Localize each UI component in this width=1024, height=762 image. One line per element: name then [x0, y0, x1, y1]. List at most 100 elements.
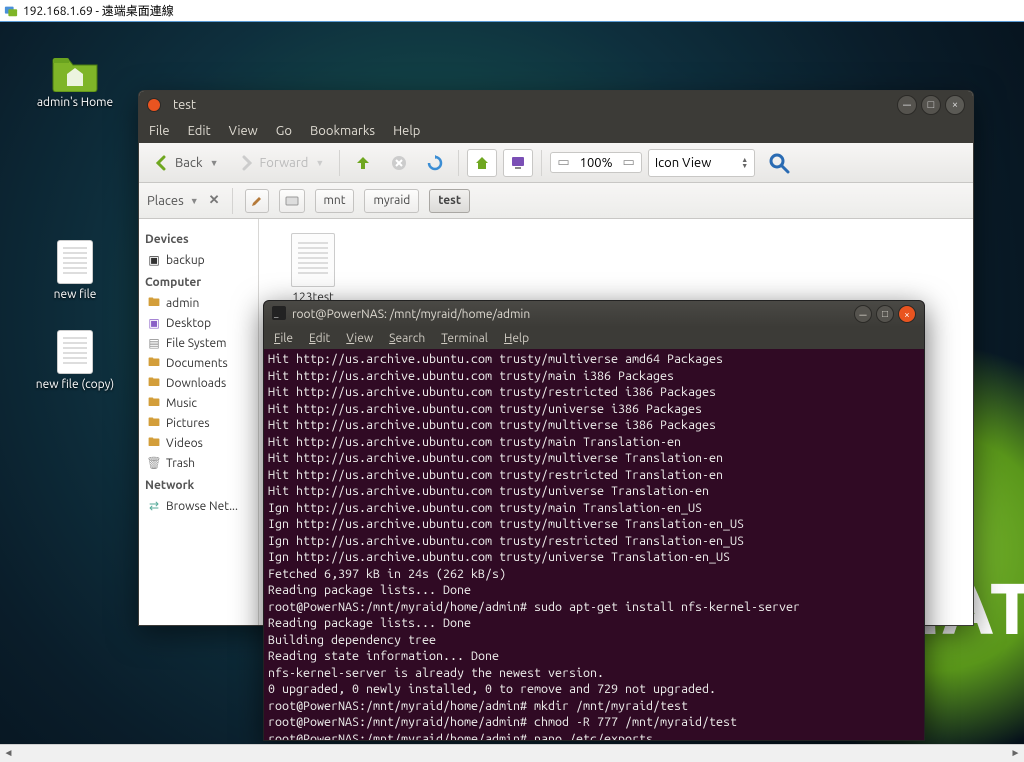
rdp-titlebar: 192.168.1.69 - 遠端桌面連線	[0, 0, 1024, 22]
term-menu-terminal[interactable]: Terminal	[441, 332, 488, 345]
sidebar-item-backup[interactable]: ▣backup	[145, 250, 252, 270]
sidebar-item-label: Pictures	[166, 417, 210, 430]
term-titlebar[interactable]: _ root@PowerNAS: /mnt/myraid/home/admin …	[264, 301, 924, 327]
breadcrumb-test[interactable]: test	[429, 189, 470, 213]
desktop-icon-label: new file	[30, 288, 120, 301]
file-icon	[57, 330, 93, 374]
home-button[interactable]	[467, 149, 497, 177]
term-menu-search[interactable]: Search	[389, 332, 425, 345]
reload-button[interactable]	[420, 149, 450, 177]
zoom-in-icon[interactable]: ▭	[623, 155, 635, 170]
fm-menubar: File Edit View Go Bookmarks Help	[139, 119, 973, 143]
arrow-up-icon	[355, 155, 371, 171]
term-menu-help[interactable]: Help	[504, 332, 529, 345]
menu-go[interactable]: Go	[276, 124, 292, 138]
path-root-button[interactable]	[279, 189, 305, 213]
sidebar-item-downloads[interactable]: 🖿Downloads	[145, 373, 252, 393]
sidebar-item-label: Desktop	[166, 317, 211, 330]
menu-help[interactable]: Help	[393, 124, 420, 138]
fm-titlebar[interactable]: test － □ ×	[139, 91, 973, 119]
fm-pathbar: Places ▼ ✕ mnt myraid test	[139, 183, 973, 219]
chevron-left-icon	[154, 155, 170, 171]
reload-icon	[427, 155, 443, 171]
network-icon: ⇄	[147, 499, 161, 513]
sidebar-item-label: Music	[166, 397, 197, 410]
computer-icon	[510, 155, 526, 171]
view-select[interactable]: Icon View ▲▼	[648, 149, 755, 177]
sidebar-item-music[interactable]: 🖿Music	[145, 393, 252, 413]
sidebar-item-label: Videos	[166, 437, 203, 450]
stop-button[interactable]	[384, 149, 414, 177]
window-maximize-button[interactable]: □	[876, 305, 894, 323]
back-label: Back	[175, 156, 203, 170]
window-close-button[interactable]	[147, 98, 161, 112]
sidebar-item-label: Documents	[166, 357, 228, 370]
zoom-control[interactable]: ▭ 100% ▭	[550, 152, 642, 173]
sidebar-item-label: backup	[166, 254, 205, 267]
breadcrumb-mnt[interactable]: mnt	[315, 189, 355, 213]
window-close-button[interactable]: ×	[898, 305, 916, 323]
sidebar-item-documents[interactable]: 🖿Documents	[145, 353, 252, 373]
separator	[541, 150, 542, 176]
fm-toolbar: Back ▼ Forward ▼	[139, 143, 973, 183]
menu-edit[interactable]: Edit	[188, 124, 211, 138]
zoom-out-icon[interactable]: ▭	[557, 155, 569, 170]
dropdown-icon: ▼	[210, 158, 219, 168]
sidebar-item-browse-network[interactable]: ⇄ Browse Net...	[145, 496, 252, 516]
folder-icon	[51, 52, 99, 92]
forward-button[interactable]: Forward ▼	[231, 149, 331, 177]
term-menu-edit[interactable]: Edit	[309, 332, 330, 345]
edit-path-button[interactable]	[245, 189, 269, 213]
desktop-icon-file[interactable]: new file	[30, 240, 120, 301]
menu-view[interactable]: View	[229, 124, 258, 138]
search-button[interactable]	[761, 149, 797, 177]
separator	[458, 150, 459, 176]
computer-button[interactable]	[503, 149, 533, 177]
scroll-left-icon[interactable]: ◄	[0, 745, 17, 762]
close-panel-icon[interactable]: ✕	[209, 193, 220, 208]
rdp-title: 192.168.1.69 - 遠端桌面連線	[23, 2, 174, 19]
term-menubar: File Edit View Search Terminal Help	[264, 327, 924, 349]
host-scrollbar[interactable]: ◄ ►	[0, 744, 1024, 761]
desktop-icon: ▣	[147, 316, 161, 330]
menu-file[interactable]: File	[149, 124, 170, 138]
sidebar-item-videos[interactable]: 🖿Videos	[145, 433, 252, 453]
places-label[interactable]: Places ▼	[147, 194, 199, 208]
window-close-button[interactable]: ×	[945, 95, 965, 115]
terminal-output[interactable]: Hit http://us.archive.ubuntu.com trusty/…	[264, 349, 924, 740]
sidebar-item-admin[interactable]: 🖿admin	[145, 293, 252, 313]
sidebar-item-pictures[interactable]: 🖿Pictures	[145, 413, 252, 433]
sidebar-network-head: Network	[145, 479, 252, 492]
window-minimize-button[interactable]: －	[897, 95, 917, 115]
places-text: Places	[147, 194, 184, 208]
desktop[interactable]: MAT admin's Home new file new file (copy…	[0, 22, 1024, 744]
crumb-label: mnt	[324, 194, 346, 207]
stop-icon	[391, 155, 407, 171]
menu-bookmarks[interactable]: Bookmarks	[310, 124, 375, 138]
trash-icon: 🗑	[147, 456, 161, 470]
back-button[interactable]: Back ▼	[147, 149, 225, 177]
up-button[interactable]	[348, 149, 378, 177]
sidebar-item-trash[interactable]: 🗑Trash	[145, 453, 252, 473]
desktop-icon-home[interactable]: admin's Home	[30, 52, 120, 109]
term-menu-file[interactable]: File	[274, 332, 293, 345]
scroll-right-icon[interactable]: ►	[1007, 745, 1024, 762]
fm-title: test	[173, 98, 196, 112]
terminal-window[interactable]: _ root@PowerNAS: /mnt/myraid/home/admin …	[263, 300, 925, 741]
breadcrumb-myraid[interactable]: myraid	[364, 189, 419, 213]
view-select-value: Icon View	[655, 156, 711, 170]
window-maximize-button[interactable]: □	[921, 95, 941, 115]
scroll-track[interactable]	[17, 745, 1007, 762]
zoom-value: 100%	[580, 156, 613, 170]
desktop-icon-label: admin's Home	[30, 96, 120, 109]
file-item-123test[interactable]: 123test	[273, 233, 353, 304]
sidebar-item-desktop[interactable]: ▣ Desktop	[145, 313, 252, 333]
sidebar-item-label: admin	[166, 297, 199, 310]
forward-label: Forward	[259, 156, 308, 170]
sidebar-item-filesystem[interactable]: ▤File System	[145, 333, 252, 353]
desktop-icon-file-copy[interactable]: new file (copy)	[30, 330, 120, 391]
chevron-right-icon	[238, 155, 254, 171]
sidebar-item-label: Browse Net...	[166, 500, 238, 513]
window-minimize-button[interactable]: －	[854, 305, 872, 323]
term-menu-view[interactable]: View	[346, 332, 373, 345]
